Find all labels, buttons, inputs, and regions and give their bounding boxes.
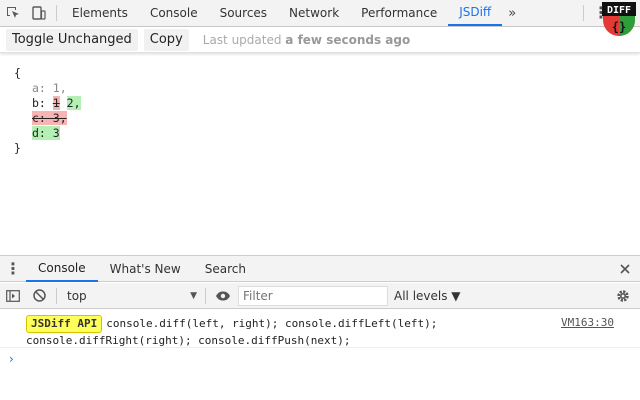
tab-console[interactable]: Console [139,0,209,26]
jsdiff-logo: DIFF {} [602,2,636,36]
tab-jsdiff[interactable]: JSDiff [448,0,503,26]
close-drawer-icon[interactable] [620,260,630,278]
drawer-tab-console[interactable]: Console [26,256,98,282]
log-levels-dropdown[interactable]: All levels ▼ [394,289,461,303]
diff-line-added: d: 3 [14,126,640,141]
toggle-unchanged-button[interactable]: Toggle Unchanged [6,28,138,51]
console-prompt[interactable]: › [9,352,14,366]
logo-text: DIFF [607,5,631,16]
diff-removed-c: c: 3, [32,111,67,125]
diff-old-value: 1 [52,96,60,110]
toolbar-divider [56,5,57,21]
diff-added-d: d: 3 [32,126,60,140]
diff-unchanged-a: a: 1, [32,81,67,95]
filter-input[interactable] [238,285,388,306]
context-value: top [67,288,87,303]
toolbar-divider [56,287,57,304]
drawer-menu-icon[interactable]: ⋮ [0,256,26,282]
console-message: JSDiff API console.diff(left, right); con… [0,310,640,348]
chevron-down-icon: ▼ [190,290,197,301]
tab-sources[interactable]: Sources [209,0,278,26]
last-updated-prefix: Last updated [202,32,286,47]
tab-network[interactable]: Network [278,0,350,26]
jsdiff-api-badge: JSDiff API [26,315,103,333]
tab-elements[interactable]: Elements [61,0,139,26]
drawer-tab-bar: ⋮ Console What's New Search [0,255,640,282]
live-expression-eye-icon[interactable] [210,283,236,309]
jsdiff-toolbar: Toggle Unchanged Copy Last updated a few… [0,27,640,53]
device-toolbar-icon[interactable] [26,0,52,26]
tab-performance[interactable]: Performance [350,0,448,26]
diff-line-unchanged: a: 1, [14,81,640,96]
diff-line-removed: c: 3, [14,111,640,126]
toolbar-divider [205,287,206,304]
diff-view: { a: 1, b: 1 2, c: 3, d: 3 } [0,54,640,254]
toolbar-divider [583,5,584,21]
diff-key-b: b: [32,96,53,110]
diff-line-changed: b: 1 2, [14,96,640,111]
last-updated-relative: a few seconds ago [285,32,411,47]
console-toolbar: top ▼ All levels ▼ [0,283,640,309]
source-link[interactable]: VM163:30 [561,315,614,331]
diff-new-value: 2, [66,96,81,110]
context-selector[interactable]: top ▼ [61,286,201,306]
gear-icon[interactable] [610,283,636,309]
inspect-element-icon[interactable] [0,0,26,26]
diff-open-brace: { [14,66,21,80]
show-sidebar-icon[interactable] [0,283,26,309]
logo-brace: {} [612,20,626,34]
message-line-2: console.diffRight(right); console.diffPu… [26,334,351,347]
last-updated-text: Last updated a few seconds ago [203,33,410,47]
drawer-tab-whats-new[interactable]: What's New [98,256,193,282]
message-line-1: console.diff(left, right); console.diffL… [106,317,438,330]
devtools-tab-bar: Elements Console Sources Network Perform… [0,0,640,27]
more-tabs-icon[interactable]: » [502,6,522,21]
drawer-tab-search[interactable]: Search [193,256,258,282]
copy-button[interactable]: Copy [143,28,189,51]
clear-console-icon[interactable] [26,283,52,309]
diff-close-brace: } [14,141,21,155]
